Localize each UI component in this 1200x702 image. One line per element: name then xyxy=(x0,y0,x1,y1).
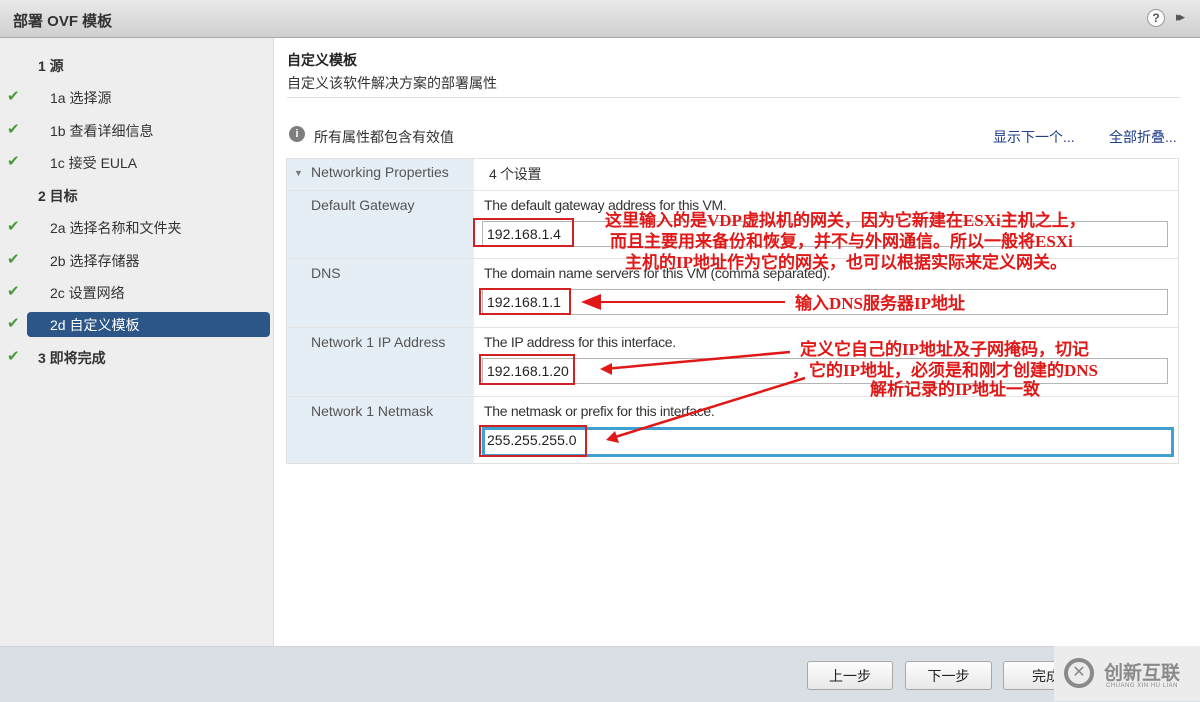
check-icon: ✔ xyxy=(7,88,20,105)
step-2b-select-storage[interactable]: ✔ 2b 选择存储器 xyxy=(0,248,273,273)
page-title: 自定义模板 xyxy=(287,52,357,68)
step-label: 1a 选择源 xyxy=(50,90,112,106)
property-name: DNS xyxy=(311,265,341,281)
check-icon: ✔ xyxy=(7,315,20,332)
group-summary: 4 个设置 xyxy=(489,166,542,182)
page-subtitle: 自定义该软件解决方案的部署属性 xyxy=(287,75,497,91)
step-3-ready-to-complete[interactable]: ✔ 3 即将完成 xyxy=(0,345,273,370)
check-icon: ✔ xyxy=(7,283,20,300)
annotation-dns: 输入DNS服务器IP地址 xyxy=(795,294,966,313)
step-2d-customize-template[interactable]: ✔ 2d 自定义模板 xyxy=(0,312,273,337)
step-label: 3 即将完成 xyxy=(38,350,106,366)
step-label: 2c 设置网络 xyxy=(50,285,125,301)
property-name: Default Gateway xyxy=(311,197,415,213)
annotation-ip-line-2: ，它的IP地址，必须是和刚才创建的DNS xyxy=(792,361,1099,380)
annotation-gateway-line-3: 主机的IP地址作为它的网关，也可以根据实际来定义网关。 xyxy=(625,253,1067,272)
step-label: 2a 选择名称和文件夹 xyxy=(50,220,182,236)
step-label: 2 目标 xyxy=(38,188,78,204)
watermark: ✕ 创新互联 CHUANG XIN HU LIAN xyxy=(1054,646,1200,701)
back-button[interactable]: 上一步 xyxy=(807,661,893,690)
step-1c-accept-eula[interactable]: ✔ 1c 接受 EULA xyxy=(0,150,273,175)
divider xyxy=(287,97,1180,98)
expand-icon[interactable]: ▸▸ xyxy=(1176,9,1185,25)
title-bar: 部署 OVF 模板 ? ▸▸ xyxy=(0,0,1200,38)
step-1a-select-source[interactable]: ✔ 1a 选择源 xyxy=(0,85,273,110)
step-2-target: 2 目标 xyxy=(0,183,273,208)
property-name: Network 1 IP Address xyxy=(311,334,446,350)
properties-grid: ▼ Networking Properties 4 个设置 Default Ga… xyxy=(286,158,1179,464)
networking-properties-group[interactable]: ▼ Networking Properties 4 个设置 xyxy=(287,159,1178,190)
watermark-logo-icon: ✕ xyxy=(1064,658,1094,688)
annotation-ip-line-1: 定义它自己的IP地址及子网掩码，切记 xyxy=(800,340,1089,359)
check-icon: ✔ xyxy=(7,251,20,268)
annotation-ip-line-3: 解析记录的IP地址一致 xyxy=(870,380,1040,399)
step-label: 1c 接受 EULA xyxy=(50,155,138,171)
step-2a-select-name-folder[interactable]: ✔ 2a 选择名称和文件夹 xyxy=(0,215,273,240)
next-button[interactable]: 下一步 xyxy=(905,661,992,690)
check-icon: ✔ xyxy=(7,348,20,365)
collapse-triangle-icon[interactable]: ▼ xyxy=(294,168,303,178)
group-name: Networking Properties xyxy=(311,164,449,180)
info-icon: i xyxy=(289,126,305,142)
step-1b-review-details[interactable]: ✔ 1b 查看详细信息 xyxy=(0,118,273,143)
check-icon: ✔ xyxy=(7,218,20,235)
step-label: 2b 选择存储器 xyxy=(50,253,140,269)
highlight-box-gateway xyxy=(473,218,574,247)
check-icon: ✔ xyxy=(7,121,20,138)
annotation-gateway-line-1: 这里输入的是VDP虚拟机的网关，因为它新建在ESXi主机之上， xyxy=(605,211,1086,230)
step-1-source: 1 源 xyxy=(0,53,273,78)
property-name: Network 1 Netmask xyxy=(311,403,434,419)
step-label: 1 源 xyxy=(38,58,64,74)
window-title: 部署 OVF 模板 xyxy=(13,13,113,30)
highlight-box-dns xyxy=(479,288,571,315)
watermark-text: 创新互联 xyxy=(1104,663,1181,684)
step-label: 2d 自定义模板 xyxy=(50,317,140,333)
property-description: The IP address for this interface. xyxy=(484,334,676,350)
check-icon: ✔ xyxy=(7,153,20,170)
wizard-footer: 上一步 下一步 完成 xyxy=(0,646,1200,702)
property-row-netmask: Network 1 Netmask The netmask or prefix … xyxy=(287,396,1178,464)
annotation-gateway-line-2: 而且主要用来备份和恢复，并不与外网通信。所以一般将ESXi xyxy=(610,232,1073,251)
wizard-steps-sidebar: 1 源 ✔ 1a 选择源 ✔ 1b 查看详细信息 ✔ 1c 接受 EULA 2 … xyxy=(0,38,274,646)
step-2c-setup-networks[interactable]: ✔ 2c 设置网络 xyxy=(0,280,273,305)
help-icon[interactable]: ? xyxy=(1147,9,1165,27)
collapse-all-link[interactable]: 全部折叠... xyxy=(1109,127,1177,147)
property-description: The netmask or prefix for this interface… xyxy=(484,403,715,419)
highlight-box-ip xyxy=(479,354,575,385)
highlight-box-netmask xyxy=(479,425,587,457)
show-next-link[interactable]: 显示下一个... xyxy=(993,127,1075,147)
step-label: 1b 查看详细信息 xyxy=(50,123,154,139)
validation-status: 所有属性都包含有效值 xyxy=(314,129,454,145)
watermark-subtext: CHUANG XIN HU LIAN xyxy=(1106,683,1179,689)
